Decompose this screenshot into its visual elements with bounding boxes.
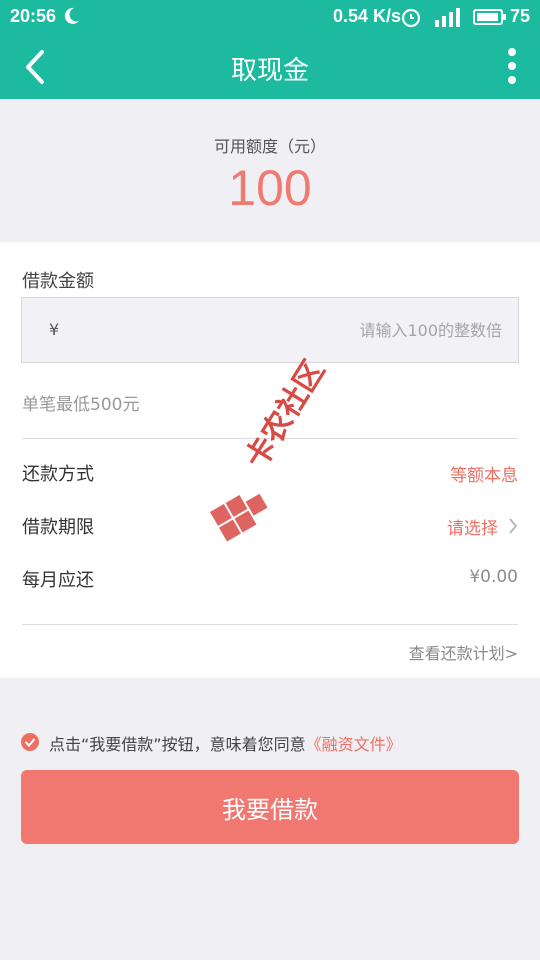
checkbox-checked-icon[interactable] (21, 733, 39, 751)
divider (22, 624, 518, 625)
moon-icon (64, 7, 79, 24)
monthly-payment-row: 每月应还 ¥0.00 (22, 558, 518, 598)
page-title: 取现金 (230, 56, 309, 86)
currency-symbol: ¥ (49, 320, 60, 339)
status-bar: 20:56 0.54 K/s 75 (0, 0, 540, 34)
battery-level: 75 (510, 6, 531, 26)
view-repayment-plan-link[interactable]: 查看还款计划> (409, 640, 518, 664)
battery-icon (473, 9, 506, 25)
status-time: 20:56 (10, 6, 57, 26)
financing-documents-link[interactable]: 《融资文件》 (306, 735, 402, 754)
monthly-payment-label: 每月应还 (22, 570, 94, 591)
available-credit-label: 可用额度（元） (213, 137, 326, 156)
title-bar: 取现金 (0, 34, 540, 99)
status-net-speed: 0.54 K/s (333, 6, 402, 26)
monthly-payment-value: ¥0.00 (469, 567, 518, 587)
chevron-right-icon (509, 518, 518, 534)
loan-term-row[interactable]: 借款期限 请选择 (22, 505, 518, 545)
agreement-text: 点击“我要借款”按钮，意味着您同意《融资文件》 (49, 731, 402, 755)
loan-amount-input[interactable] (82, 308, 512, 352)
apply-loan-button[interactable]: 我要借款 (21, 770, 519, 844)
alarm-icon (401, 8, 421, 28)
loan-amount-label: 借款金额 (22, 271, 94, 292)
loan-term-label: 借款期限 (22, 517, 94, 538)
loan-term-value: 请选择 (447, 519, 498, 539)
agreement-statement: 点击“我要借款”按钮，意味着您同意 (49, 735, 306, 754)
more-menu-button[interactable] (502, 46, 522, 88)
agreement-row: 点击“我要借款”按钮，意味着您同意《融资文件》 (21, 731, 521, 755)
signal-icon (435, 8, 460, 27)
repay-method-label: 还款方式 (22, 464, 94, 485)
available-credit-value: 100 (228, 160, 312, 216)
repay-method-value: 等额本息 (450, 466, 518, 486)
min-amount-note: 单笔最低500元 (22, 395, 140, 415)
available-credit-section: 可用额度（元） 100 (0, 99, 540, 242)
loan-amount-field[interactable]: ¥ (21, 297, 519, 363)
